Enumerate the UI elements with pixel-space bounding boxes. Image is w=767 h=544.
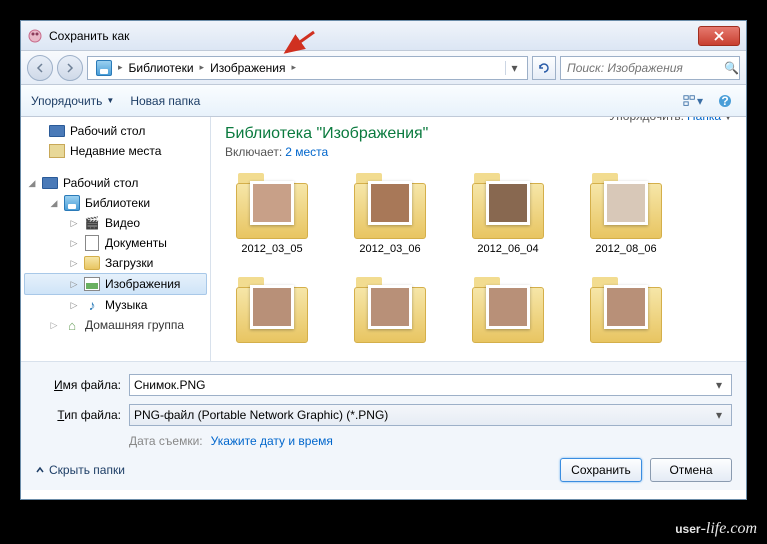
folder-icon bbox=[586, 273, 666, 343]
app-icon bbox=[27, 28, 43, 44]
folder-icon bbox=[232, 273, 312, 343]
navigation-tree: Рабочий стол Недавние места ◢Рабочий сто… bbox=[21, 117, 211, 361]
address-bar[interactable]: ▸ Библиотеки ▸ Изображения ▸ ▾ bbox=[87, 56, 528, 80]
organize-menu[interactable]: Упорядочить ▼ bbox=[31, 94, 114, 108]
chevron-right-icon: ▸ bbox=[200, 62, 205, 73]
address-segment[interactable]: Изображения bbox=[206, 59, 289, 77]
filetype-select[interactable]: PNG-файл (Portable Network Graphic) (*.P… bbox=[129, 404, 732, 426]
watermark: user-life.com bbox=[675, 520, 757, 538]
tree-documents[interactable]: ▷Документы bbox=[21, 233, 210, 253]
date-taken-label: Дата съемки: bbox=[129, 434, 203, 448]
chevron-right-icon: ▸ bbox=[118, 62, 123, 73]
filetype-label: Тип файла: bbox=[35, 408, 121, 422]
tree-downloads[interactable]: ▷Загрузки bbox=[21, 253, 210, 273]
folder-item[interactable]: 2012_03_05 bbox=[225, 169, 319, 255]
svg-text:?: ? bbox=[721, 94, 728, 108]
folder-item[interactable]: 2012_03_06 bbox=[343, 169, 437, 255]
tree-desktop-root[interactable]: ◢Рабочий стол bbox=[21, 173, 210, 193]
folder-item[interactable]: 2012_08_06 bbox=[579, 169, 673, 255]
chevron-down-icon: ▼ bbox=[106, 96, 114, 105]
tree-libraries[interactable]: ◢Библиотеки bbox=[21, 193, 210, 213]
close-icon bbox=[714, 31, 724, 41]
tree-video[interactable]: ▷🎬Видео bbox=[21, 213, 210, 233]
address-dropdown[interactable]: ▾ bbox=[505, 61, 523, 75]
tree-images[interactable]: ▷Изображения bbox=[24, 273, 207, 295]
chevron-left-icon bbox=[35, 63, 45, 73]
help-icon: ? bbox=[718, 94, 732, 108]
chevron-down-icon: ▼ bbox=[724, 117, 732, 122]
folder-item[interactable] bbox=[343, 273, 437, 347]
chevron-down-icon[interactable]: ▾ bbox=[711, 408, 727, 422]
expander-icon[interactable]: ◢ bbox=[49, 198, 59, 209]
forward-button[interactable] bbox=[57, 55, 83, 81]
date-taken-link[interactable]: Укажите дату и время bbox=[211, 434, 333, 448]
tree-desktop[interactable]: Рабочий стол bbox=[21, 121, 210, 141]
search-icon[interactable]: 🔍 bbox=[724, 61, 739, 75]
refresh-button[interactable] bbox=[532, 56, 556, 80]
chevron-right-icon: ▸ bbox=[292, 62, 297, 73]
folder-icon bbox=[350, 169, 430, 239]
save-as-dialog: Сохранить как ▸ Библиотеки ▸ Изображения… bbox=[20, 20, 747, 500]
chevron-up-icon bbox=[35, 465, 45, 475]
tree-homegroup[interactable]: ▷⌂Домашняя группа bbox=[21, 315, 210, 335]
folder-item[interactable] bbox=[461, 273, 555, 347]
window-title: Сохранить как bbox=[49, 29, 698, 43]
folder-item[interactable]: 2012_06_04 bbox=[461, 169, 555, 255]
search-box[interactable]: 🔍 bbox=[560, 56, 740, 80]
refresh-icon bbox=[537, 61, 551, 75]
toolbar: Упорядочить ▼ Новая папка ▾ ? bbox=[21, 85, 746, 117]
tree-music[interactable]: ▷♪Музыка bbox=[21, 295, 210, 315]
save-button[interactable]: Сохранить bbox=[560, 458, 642, 482]
locations-link[interactable]: 2 места bbox=[285, 145, 328, 159]
new-folder-button[interactable]: Новая папка bbox=[130, 94, 200, 108]
address-segment[interactable]: Библиотеки bbox=[125, 59, 198, 77]
folder-item[interactable] bbox=[225, 273, 319, 347]
content-pane: Библиотека "Изображения" Упорядочить: Па… bbox=[211, 117, 746, 361]
bottom-panel: Имя файла: Снимок.PNG ▾ Тип файла: PNG-ф… bbox=[21, 361, 746, 490]
cancel-button[interactable]: Отмена bbox=[650, 458, 732, 482]
folder-icon bbox=[586, 169, 666, 239]
filename-input[interactable]: Снимок.PNG ▾ bbox=[129, 374, 732, 396]
filename-label: Имя файла: bbox=[35, 378, 121, 392]
folder-icon bbox=[232, 169, 312, 239]
chevron-down-icon[interactable]: ▾ bbox=[711, 378, 727, 392]
folder-icon bbox=[468, 169, 548, 239]
address-root-icon[interactable] bbox=[92, 58, 116, 78]
search-input[interactable] bbox=[567, 61, 724, 75]
view-icon bbox=[683, 94, 697, 108]
folder-item[interactable] bbox=[579, 273, 673, 347]
hide-folders-button[interactable]: Скрыть папки bbox=[35, 463, 125, 477]
library-heading: Библиотека "Изображения" bbox=[225, 125, 732, 143]
tree-recent[interactable]: Недавние места bbox=[21, 141, 210, 161]
titlebar: Сохранить как bbox=[21, 21, 746, 51]
folder-icon bbox=[350, 273, 430, 343]
expander-icon[interactable]: ◢ bbox=[27, 178, 37, 189]
nav-row: ▸ Библиотеки ▸ Изображения ▸ ▾ 🔍 bbox=[21, 51, 746, 85]
view-options-button[interactable]: ▾ bbox=[682, 90, 704, 112]
close-button[interactable] bbox=[698, 26, 740, 46]
chevron-right-icon bbox=[65, 63, 75, 73]
folder-icon bbox=[468, 273, 548, 343]
back-button[interactable] bbox=[27, 55, 53, 81]
library-subtext: Включает: 2 места bbox=[225, 145, 732, 159]
help-button[interactable]: ? bbox=[714, 90, 736, 112]
sort-control[interactable]: Упорядочить: Папка ▼ bbox=[609, 117, 732, 123]
